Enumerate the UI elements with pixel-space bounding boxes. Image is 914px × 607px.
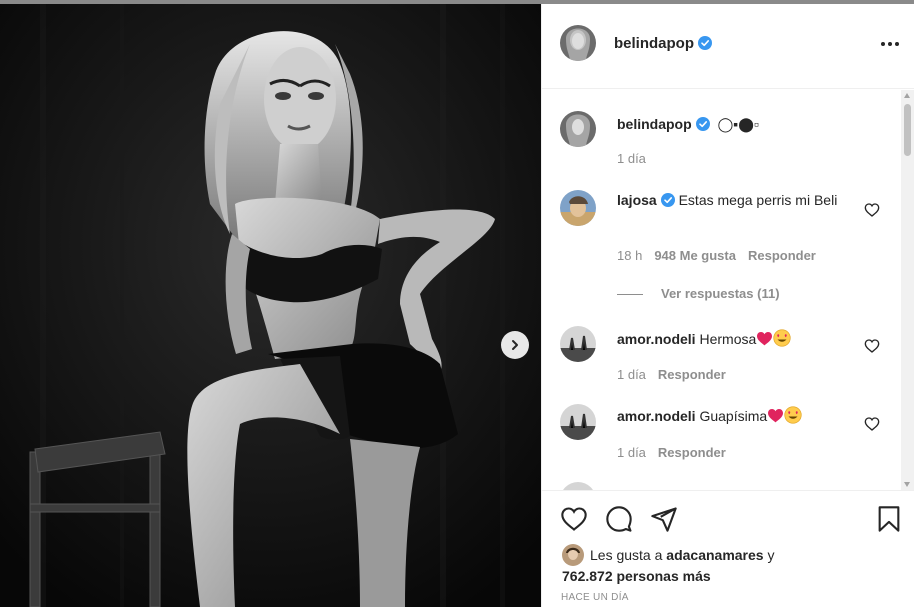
comment-time[interactable]: 1 día bbox=[617, 367, 646, 382]
comment-body: Hermosa bbox=[699, 331, 757, 347]
scrollbar-thumb[interactable] bbox=[904, 104, 911, 156]
comment-time[interactable]: 18 h bbox=[617, 248, 642, 263]
next-photo-button[interactable] bbox=[501, 331, 529, 359]
red-heart-emoji-icon bbox=[768, 409, 784, 423]
likes-summary: Les gusta a adacanamares y 762.872 person… bbox=[562, 544, 802, 586]
post-photo[interactable] bbox=[0, 4, 541, 607]
verified-badge-icon bbox=[660, 193, 675, 207]
comment-text: amor.nodeli Guapísima bbox=[617, 406, 857, 426]
comments-scrollbar[interactable] bbox=[901, 90, 914, 490]
heart-eyes-emoji-icon bbox=[784, 406, 802, 424]
scroll-up-arrow-icon[interactable] bbox=[904, 93, 910, 98]
likes-prefix: Les gusta a bbox=[590, 547, 663, 563]
comment-text: lajosa Estas mega perris mi Beli bbox=[617, 190, 857, 210]
author-avatar[interactable] bbox=[560, 111, 596, 147]
reply-button[interactable]: Responder bbox=[658, 367, 726, 382]
post-photo-image bbox=[0, 4, 541, 607]
comment-like-heart-icon[interactable] bbox=[864, 338, 880, 354]
view-replies-label: Ver respuestas (11) bbox=[661, 286, 780, 301]
heart-icon[interactable] bbox=[560, 505, 588, 533]
comment-username[interactable]: amor.nodeli bbox=[617, 331, 696, 347]
likes-connector: y bbox=[767, 547, 775, 563]
post-header: belindapop bbox=[542, 4, 914, 89]
comment-likes-count[interactable]: 948 Me gusta bbox=[654, 248, 736, 263]
comment-body: Estas mega perris mi Beli bbox=[678, 192, 838, 208]
reply-button[interactable]: Responder bbox=[748, 248, 816, 263]
commenter-avatar[interactable] bbox=[560, 326, 596, 362]
more-options-icon[interactable] bbox=[878, 34, 902, 54]
liker-username[interactable]: adacanamares bbox=[666, 547, 763, 563]
comment-icon[interactable] bbox=[605, 505, 633, 533]
bookmark-icon[interactable] bbox=[875, 505, 903, 533]
comment-username[interactable]: lajosa bbox=[617, 192, 657, 208]
caption-username[interactable]: belindapop bbox=[617, 116, 692, 132]
comments-list[interactable]: belindapop ◯▪⬤▫ 1 día lajosa Estas mega … bbox=[542, 90, 900, 490]
caption-time[interactable]: 1 día bbox=[617, 151, 646, 166]
post-actions: Les gusta a adacanamares y 762.872 person… bbox=[542, 490, 914, 607]
commenter-avatar[interactable] bbox=[560, 190, 596, 226]
comment-text: amor.nodeli Hermosa bbox=[617, 329, 857, 349]
comment-like-heart-icon[interactable] bbox=[864, 202, 880, 218]
comment-meta: 1 día Responder bbox=[617, 445, 738, 460]
view-replies-button[interactable]: Ver respuestas (11) bbox=[617, 286, 780, 301]
replies-divider bbox=[617, 294, 643, 296]
verified-badge-icon bbox=[695, 117, 710, 131]
author-username-link[interactable]: belindapop bbox=[614, 35, 712, 52]
commenter-avatar[interactable] bbox=[560, 482, 596, 490]
likes-count[interactable]: 762.872 personas más bbox=[562, 568, 711, 584]
post-timestamp[interactable]: HACE UN DÍA bbox=[561, 592, 629, 603]
comment-meta: 1 día Responder bbox=[617, 367, 738, 382]
caption-text: belindapop ◯▪⬤▫ bbox=[617, 114, 857, 134]
post-side-panel: belindapop belindapop ◯▪⬤▫ 1 día lajosa bbox=[541, 4, 914, 607]
red-heart-emoji-icon bbox=[757, 332, 773, 346]
share-icon[interactable] bbox=[650, 505, 678, 533]
chevron-right-icon bbox=[512, 340, 518, 350]
commenter-avatar[interactable] bbox=[560, 404, 596, 440]
comment-time[interactable]: 1 día bbox=[617, 445, 646, 460]
caption-meta: 1 día bbox=[617, 151, 658, 166]
scroll-down-arrow-icon[interactable] bbox=[904, 482, 910, 487]
comment-like-heart-icon[interactable] bbox=[864, 416, 880, 432]
verified-badge-icon bbox=[698, 36, 712, 50]
comment-meta: 18 h 948 Me gusta Responder bbox=[617, 248, 828, 263]
author-avatar[interactable] bbox=[560, 25, 596, 61]
liker-avatar[interactable] bbox=[562, 544, 584, 566]
comment-body: Guapísima bbox=[699, 408, 768, 424]
comment-username[interactable]: amor.nodeli bbox=[617, 408, 696, 424]
reply-button[interactable]: Responder bbox=[658, 445, 726, 460]
heart-eyes-emoji-icon bbox=[773, 329, 791, 347]
caption-symbols: ◯▪⬤▫ bbox=[717, 116, 759, 132]
